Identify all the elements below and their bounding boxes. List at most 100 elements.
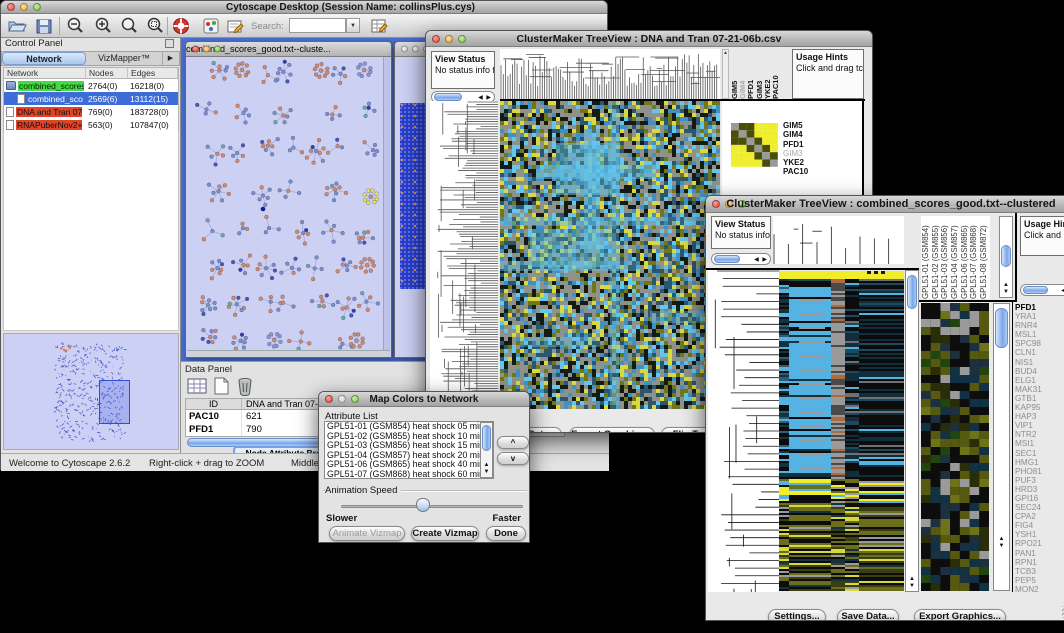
gene-label[interactable]: TCB3 (1015, 567, 1064, 576)
select-attributes-icon[interactable] (187, 376, 208, 396)
zoom-in-icon[interactable] (93, 16, 113, 36)
minimize-icon[interactable] (20, 3, 28, 11)
row-dendrogram[interactable] (708, 270, 779, 592)
zoom-heatmap[interactable] (731, 123, 778, 167)
network-canvas[interactable] (187, 57, 385, 351)
attribute-editor-icon[interactable] (369, 16, 389, 36)
network-list-row[interactable]: combined_scores2764(0)16218(0) (4, 79, 178, 92)
gene-label[interactable]: MSL1 (1015, 330, 1064, 339)
gene-label[interactable]: VIP1 (1015, 421, 1064, 430)
column-labels-scrollbar[interactable]: ▲▼ (999, 216, 1013, 298)
network-overview-panel[interactable] (3, 333, 179, 450)
treeview-button[interactable]: Export Graphics... (569, 427, 655, 432)
gene-label[interactable]: KAP95 (1015, 403, 1064, 412)
gene-label[interactable]: NIS1 (1015, 358, 1064, 367)
search-dropdown-button[interactable]: ▼ (346, 18, 360, 33)
treeview-button[interactable]: Settings... (768, 609, 826, 620)
network-horizontal-scrollbar[interactable] (187, 350, 390, 357)
zoom-window-icon[interactable] (33, 3, 41, 11)
treeview-combined-titlebar[interactable]: ClusterMaker TreeView : combined_scores_… (706, 196, 1064, 213)
heatmap-scrollbar[interactable]: ▲▼ (905, 270, 919, 592)
column-dendrogram[interactable] (500, 49, 720, 99)
move-up-button[interactable]: ^ (497, 436, 529, 449)
vizmapper-icon[interactable] (201, 16, 221, 36)
column-dendrogram[interactable] (773, 216, 904, 264)
move-down-button[interactable]: v (497, 452, 529, 465)
dialog-titlebar[interactable]: Map Colors to Network (319, 392, 529, 407)
tab-overflow-icon[interactable]: ▶ (162, 52, 178, 65)
gene-label[interactable]: MAK31 (1015, 385, 1064, 394)
gene-label[interactable]: BUD4 (1015, 367, 1064, 376)
zoom-fit-icon[interactable] (145, 16, 165, 36)
float-panel-icon[interactable] (165, 39, 174, 48)
open-folder-icon[interactable] (7, 16, 27, 36)
overview-viewport-rect[interactable] (99, 380, 130, 424)
gene-label[interactable]: PFD1 (1015, 303, 1064, 312)
new-attribute-icon[interactable] (211, 376, 232, 396)
gene-label[interactable]: SEC1 (1015, 449, 1064, 458)
slider-thumb[interactable] (416, 498, 430, 512)
zoom-window-icon[interactable] (214, 46, 221, 53)
done-button[interactable]: Done (486, 526, 526, 541)
zoom-out-icon[interactable] (65, 16, 85, 36)
annotation-pencil-icon[interactable] (225, 16, 245, 36)
gene-label[interactable]: HMG1 (1015, 458, 1064, 467)
gene-label[interactable]: PUF3 (1015, 476, 1064, 485)
attribute-list-scrollbar[interactable]: ▲▼ (480, 422, 493, 478)
animation-speed-slider[interactable] (341, 505, 523, 508)
gene-label[interactable]: PEP5 (1015, 576, 1064, 585)
global-heatmap[interactable] (779, 271, 904, 591)
gene-label[interactable]: FIG4 (1015, 521, 1064, 530)
gene-label[interactable]: HAP3 (1015, 412, 1064, 421)
animate-vizmap-button[interactable]: Animate Vizmap (329, 526, 405, 541)
save-icon[interactable] (34, 16, 54, 36)
help-lifering-icon[interactable] (171, 16, 191, 36)
tab-vizmapper[interactable]: VizMapper™ (86, 52, 162, 65)
gene-label[interactable]: SPC98 (1015, 339, 1064, 348)
scroll-arrows-strip[interactable]: ▲ (722, 49, 729, 99)
create-vizmap-button[interactable]: Create Vizmap (411, 526, 479, 541)
tab-network[interactable]: Network (2, 52, 86, 65)
gene-label[interactable]: RNR4 (1015, 321, 1064, 330)
close-icon[interactable] (7, 3, 15, 11)
gene-label[interactable]: PAN1 (1015, 549, 1064, 558)
treeview-dna-titlebar[interactable]: ClusterMaker TreeView : DNA and Tran 07-… (426, 31, 872, 47)
minimize-icon[interactable] (203, 46, 210, 53)
gene-label[interactable]: GPI16 (1015, 494, 1064, 503)
usage-hints-scrollbar[interactable]: ◀ ▶ (1020, 284, 1064, 296)
gene-label[interactable]: MSI1 (1015, 439, 1064, 448)
delete-attribute-icon[interactable] (235, 376, 256, 396)
gene-label[interactable]: GTB1 (1015, 394, 1064, 403)
attribute-list-item[interactable]: GPL51-07 (GSM868) heat shock 60 min (325, 470, 493, 479)
gene-label[interactable]: NTR2 (1015, 430, 1064, 439)
gene-label[interactable]: PHO81 (1015, 467, 1064, 476)
row-dendrogram[interactable] (430, 101, 498, 409)
minimize-icon[interactable] (412, 46, 419, 53)
zoom-heatmap[interactable] (921, 303, 989, 591)
gene-label[interactable]: CPA2 (1015, 512, 1064, 521)
zoom-scrollbar[interactable]: ▲▼ (993, 303, 1010, 591)
network-view-titlebar[interactable]: combined_scores_good.txt--cluste... (186, 42, 391, 57)
gene-label[interactable]: ELG1 (1015, 376, 1064, 385)
treeview-button[interactable]: Save Data... (837, 609, 899, 620)
gene-label[interactable]: YRA1 (1015, 312, 1064, 321)
view-status-scrollbar[interactable]: ◀ ▶ (711, 253, 771, 265)
gene-label[interactable]: CLN1 (1015, 348, 1064, 357)
search-input[interactable] (289, 18, 346, 33)
gene-label[interactable]: HRD3 (1015, 485, 1064, 494)
gene-label[interactable]: RPN1 (1015, 558, 1064, 567)
treeview-button[interactable]: Export Graphics... (914, 609, 1006, 620)
gene-label[interactable]: SEC24 (1015, 503, 1064, 512)
gene-label[interactable]: YSH1 (1015, 530, 1064, 539)
close-icon[interactable] (401, 46, 408, 53)
network-list-row[interactable]: combined_sco2569(6)13112(15) (4, 92, 178, 105)
close-icon[interactable] (192, 46, 199, 53)
gene-label[interactable]: MON2 (1015, 585, 1064, 594)
main-titlebar[interactable]: Cytoscape Desktop (Session Name: collins… (1, 1, 607, 14)
window-controls[interactable] (7, 3, 41, 11)
network-list-row[interactable]: RNAPuberNov2+I563(0)107847(0) (4, 118, 178, 131)
network-vertical-scrollbar[interactable] (383, 57, 390, 351)
gene-label[interactable]: RPO21 (1015, 539, 1064, 548)
zoom-selected-icon[interactable] (119, 16, 139, 36)
global-heatmap[interactable] (500, 101, 720, 409)
